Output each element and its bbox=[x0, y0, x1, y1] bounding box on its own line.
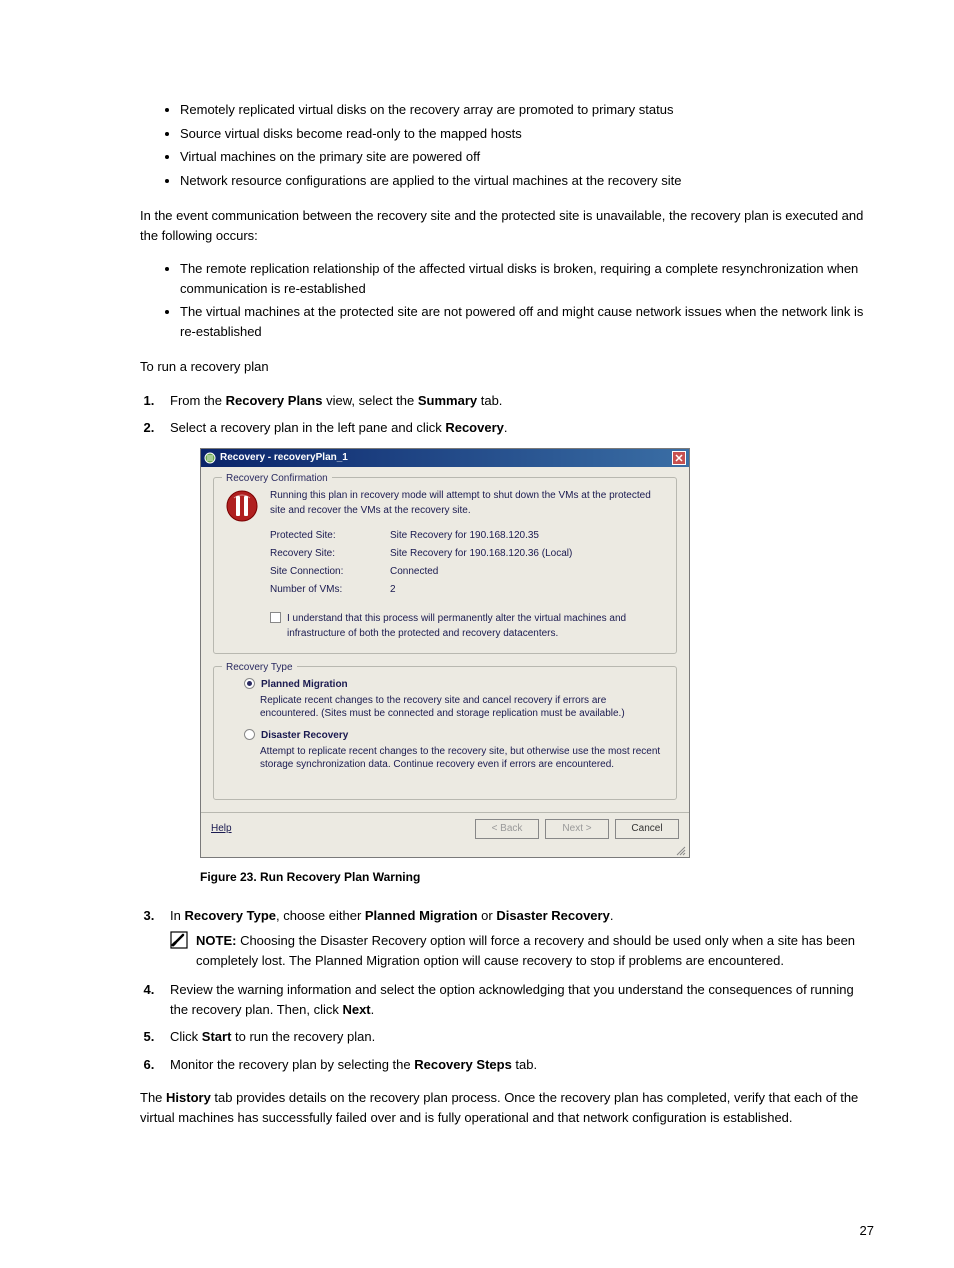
dialog-footer: Help < Back Next > Cancel bbox=[201, 812, 689, 845]
bullet-item: The remote replication relationship of t… bbox=[180, 259, 874, 298]
bullet-item: The virtual machines at the protected si… bbox=[180, 302, 874, 341]
disaster-recovery-radio[interactable] bbox=[244, 729, 255, 740]
confirm-intro-text: Running this plan in recovery mode will … bbox=[270, 488, 666, 518]
history-paragraph: The History tab provides details on the … bbox=[140, 1088, 874, 1127]
start-bold: Start bbox=[202, 1029, 232, 1044]
bullet-item: Network resource configurations are appl… bbox=[180, 171, 874, 191]
step-5: Click Start to run the recovery plan. bbox=[158, 1027, 874, 1047]
step-2: Select a recovery plan in the left pane … bbox=[158, 418, 874, 886]
bullet-item: Source virtual disks become read-only to… bbox=[180, 124, 874, 144]
step-1: From the Recovery Plans view, select the… bbox=[158, 391, 874, 411]
torun-paragraph: To run a recovery plan bbox=[140, 357, 874, 377]
disaster-recovery-desc: Attempt to replicate recent changes to t… bbox=[260, 745, 666, 771]
next-button[interactable]: Next > bbox=[545, 819, 609, 839]
recovery-steps-bold: Recovery Steps bbox=[414, 1057, 512, 1072]
page-number: 27 bbox=[860, 1223, 874, 1238]
dialog-title: Recovery - recoveryPlan_1 bbox=[220, 450, 348, 465]
step-text: or bbox=[478, 908, 497, 923]
event-bullets: The remote replication relationship of t… bbox=[140, 259, 874, 341]
step-text: . bbox=[504, 420, 508, 435]
note-label: NOTE: bbox=[196, 933, 240, 948]
recovery-type-fieldset: Recovery Type Planned Migration Replicat… bbox=[213, 666, 677, 800]
acknowledge-checkbox[interactable] bbox=[270, 612, 281, 623]
recovery-confirmation-fieldset: Recovery Confirmation bbox=[213, 477, 677, 654]
note-icon bbox=[170, 931, 188, 949]
step-4: Review the warning information and selec… bbox=[158, 980, 874, 1019]
recovery-site-value: Site Recovery for 190.168.120.36 (Local) bbox=[390, 546, 572, 561]
recovery-type-bold: Recovery Type bbox=[184, 908, 276, 923]
bullet-item: Remotely replicated virtual disks on the… bbox=[180, 100, 874, 120]
step-text: to run the recovery plan. bbox=[231, 1029, 375, 1044]
step-text: From the bbox=[170, 393, 226, 408]
history-bold: History bbox=[166, 1090, 211, 1105]
protected-site-value: Site Recovery for 190.168.120.35 bbox=[390, 528, 539, 543]
fieldset-legend: Recovery Confirmation bbox=[222, 471, 332, 486]
bullet-item: Virtual machines on the primary site are… bbox=[180, 147, 874, 167]
recovery-bold: Recovery bbox=[445, 420, 504, 435]
planned-migration-label: Planned Migration bbox=[261, 677, 348, 692]
step-text: Review the warning information and selec… bbox=[170, 982, 854, 1017]
note-content: NOTE: Choosing the Disaster Recovery opt… bbox=[196, 931, 874, 970]
step-text: tab. bbox=[512, 1057, 537, 1072]
close-button[interactable] bbox=[672, 451, 686, 465]
back-button[interactable]: < Back bbox=[475, 819, 539, 839]
recovery-dialog: Recovery - recoveryPlan_1 Recovery Confi… bbox=[200, 448, 690, 858]
step-text: , choose either bbox=[276, 908, 365, 923]
close-icon bbox=[675, 454, 683, 462]
step-6: Monitor the recovery plan by selecting t… bbox=[158, 1055, 874, 1075]
protected-site-label: Protected Site: bbox=[270, 528, 390, 543]
step-text: Select a recovery plan in the left pane … bbox=[170, 420, 445, 435]
next-bold: Next bbox=[342, 1002, 370, 1017]
app-icon bbox=[204, 452, 216, 464]
para-text: tab provides details on the recovery pla… bbox=[140, 1090, 858, 1125]
intro-bullets: Remotely replicated virtual disks on the… bbox=[140, 100, 874, 190]
recovery-site-label: Recovery Site: bbox=[270, 546, 390, 561]
dialog-titlebar: Recovery - recoveryPlan_1 bbox=[201, 449, 689, 467]
recovery-plans-bold: Recovery Plans bbox=[226, 393, 323, 408]
planned-migration-desc: Replicate recent changes to the recovery… bbox=[260, 694, 666, 720]
step-text: Click bbox=[170, 1029, 202, 1044]
help-link[interactable]: Help bbox=[211, 821, 232, 836]
planned-migration-radio[interactable] bbox=[244, 678, 255, 689]
step-text: . bbox=[610, 908, 614, 923]
planned-migration-bold: Planned Migration bbox=[365, 908, 478, 923]
para-text: The bbox=[140, 1090, 166, 1105]
disaster-recovery-bold: Disaster Recovery bbox=[496, 908, 609, 923]
step-text: tab. bbox=[477, 393, 502, 408]
num-vms-value: 2 bbox=[390, 582, 396, 597]
step-text: Monitor the recovery plan by selecting t… bbox=[170, 1057, 414, 1072]
num-vms-label: Number of VMs: bbox=[270, 582, 390, 597]
fieldset-legend: Recovery Type bbox=[222, 660, 297, 675]
step-text: . bbox=[371, 1002, 375, 1017]
figure-caption: Figure 23. Run Recovery Plan Warning bbox=[200, 868, 874, 886]
warning-icon bbox=[224, 488, 260, 524]
note-text: Choosing the Disaster Recovery option wi… bbox=[196, 933, 855, 968]
acknowledge-text: I understand that this process will perm… bbox=[287, 611, 666, 641]
step-text: view, select the bbox=[322, 393, 417, 408]
site-connection-value: Connected bbox=[390, 564, 438, 579]
step-text: In bbox=[170, 908, 184, 923]
event-paragraph: In the event communication between the r… bbox=[140, 206, 874, 245]
cancel-button[interactable]: Cancel bbox=[615, 819, 679, 839]
resize-grip[interactable] bbox=[201, 845, 689, 857]
site-connection-label: Site Connection: bbox=[270, 564, 390, 579]
step-3: In Recovery Type, choose either Planned … bbox=[158, 906, 874, 971]
summary-bold: Summary bbox=[418, 393, 477, 408]
disaster-recovery-label: Disaster Recovery bbox=[261, 728, 348, 743]
